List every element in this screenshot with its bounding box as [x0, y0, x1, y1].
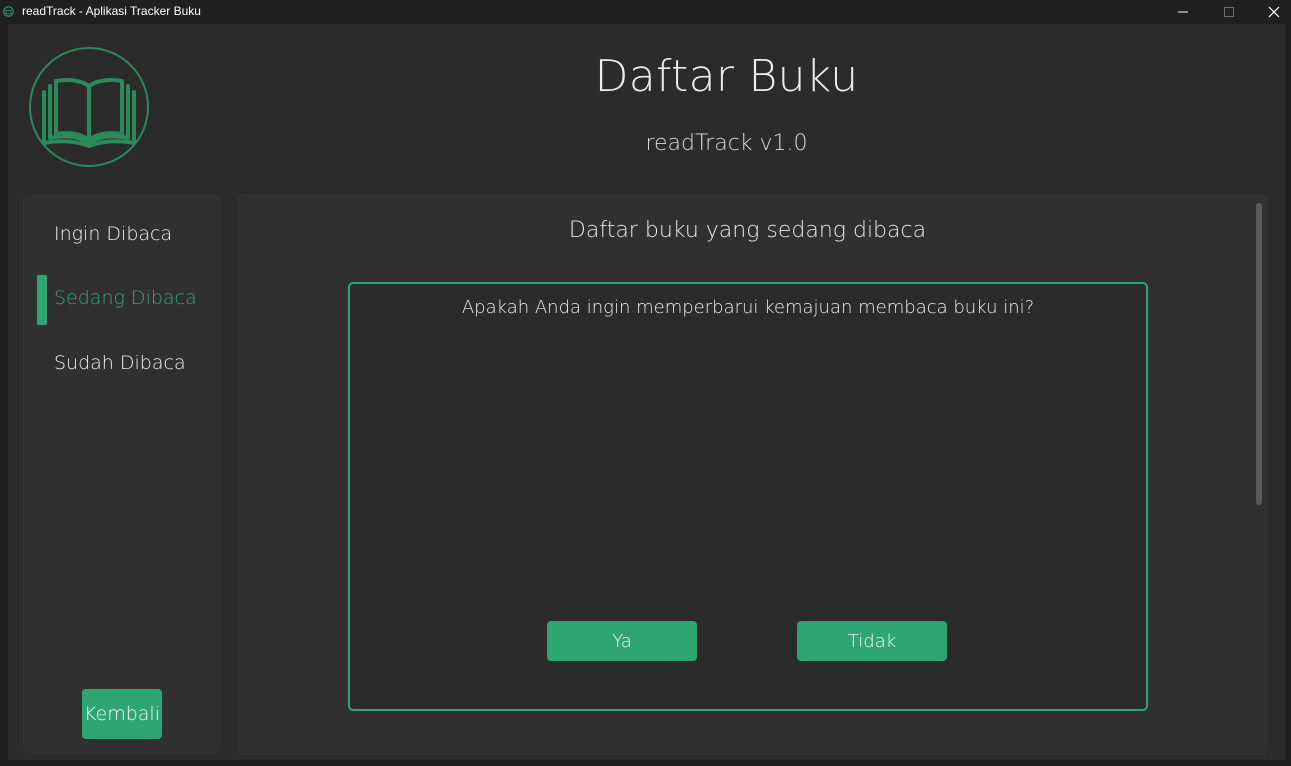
active-indicator [37, 275, 47, 325]
page-title: Daftar Buku [594, 51, 859, 102]
section-heading: Daftar buku yang sedang dibaca [568, 218, 927, 243]
scrollbar[interactable] [1256, 203, 1262, 505]
no-button[interactable]: Tidak [797, 621, 947, 661]
update-progress-dialog: Apakah Anda ingin memperbarui kemajuan m… [348, 282, 1148, 711]
minimize-button[interactable] [1160, 0, 1206, 24]
maximize-icon [1224, 7, 1234, 17]
dialog-question: Apakah Anda ingin memperbarui kemajuan m… [461, 297, 1035, 318]
close-icon [1268, 6, 1280, 18]
back-button[interactable]: Kembali [82, 689, 162, 739]
app-icon [3, 6, 14, 17]
sidebar-item-sedang-dibaca[interactable]: Sedang Dibaca [23, 275, 221, 325]
sidebar-item-sudah-dibaca[interactable]: Sudah Dibaca [23, 340, 221, 390]
sidebar-item-ingin-dibaca[interactable]: Ingin Dibaca [23, 211, 221, 261]
sidebar: Ingin Dibaca Sedang Dibaca Sudah Dibaca … [23, 194, 221, 753]
window-title: readTrack - Aplikasi Tracker Buku [22, 4, 201, 18]
sidebar-item-label: Ingin Dibaca [54, 223, 173, 245]
minimize-icon [1178, 11, 1188, 13]
sidebar-item-label: Sudah Dibaca [54, 352, 186, 374]
app-window: Daftar Buku readTrack v1.0 Ingin Dibaca … [8, 24, 1285, 760]
content-panel: Daftar buku yang sedang dibaca Apakah An… [237, 194, 1268, 755]
close-button[interactable] [1251, 0, 1291, 24]
app-version: readTrack v1.0 [645, 131, 808, 156]
yes-button[interactable]: Ya [547, 621, 697, 661]
title-bar: readTrack - Aplikasi Tracker Buku [0, 0, 1291, 24]
maximize-button[interactable] [1206, 0, 1252, 24]
sidebar-item-label: Sedang Dibaca [54, 287, 197, 309]
